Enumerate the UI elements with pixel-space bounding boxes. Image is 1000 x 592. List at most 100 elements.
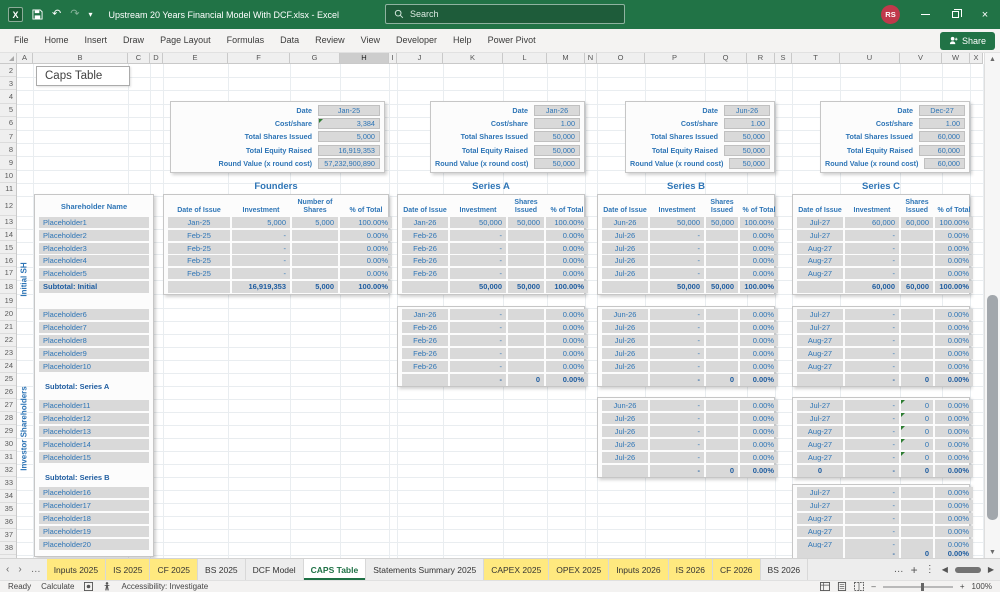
data-cell[interactable]: 0.00% xyxy=(546,309,588,320)
data-cell[interactable] xyxy=(706,268,738,279)
data-cell[interactable] xyxy=(706,413,738,424)
data-cell[interactable]: 0.00% xyxy=(935,243,973,254)
sheet-tab-capex-2025[interactable]: CAPEX 2025 xyxy=(484,559,549,580)
column-header-F[interactable]: F xyxy=(228,53,290,64)
data-cell[interactable]: - xyxy=(845,309,899,320)
row-header-35[interactable]: 35 xyxy=(0,503,16,516)
zoom-out-button[interactable]: – xyxy=(871,582,875,591)
data-cell[interactable]: - xyxy=(845,487,899,498)
subtotal-cell[interactable]: - xyxy=(650,465,704,477)
data-cell[interactable]: Jul-26 xyxy=(602,426,648,437)
data-cell[interactable]: 0.00% xyxy=(340,230,392,241)
data-cell[interactable]: 0.00% xyxy=(546,255,588,266)
zoom-level[interactable]: 100% xyxy=(972,582,992,591)
row-header-16[interactable]: 16 xyxy=(0,254,16,267)
shareholder-row[interactable]: Placeholder12 xyxy=(39,413,149,424)
row-header-12[interactable]: 12 xyxy=(0,196,16,216)
data-cell[interactable]: - xyxy=(450,230,506,241)
data-cell[interactable]: 0.00% xyxy=(546,361,588,372)
new-sheet-button[interactable]: + xyxy=(911,563,918,577)
data-cell[interactable]: 0.00% xyxy=(546,268,588,279)
data-cell[interactable]: Aug-27 xyxy=(797,348,843,359)
page-title[interactable]: Caps Table xyxy=(36,66,130,86)
data-cell[interactable] xyxy=(508,230,544,241)
shareholder-row[interactable]: Placeholder20 xyxy=(39,539,149,550)
data-cell[interactable]: - xyxy=(650,309,704,320)
vertical-label-initial-sh[interactable]: Initial SH xyxy=(20,250,29,310)
data-cell[interactable]: Aug-27 xyxy=(797,426,843,437)
data-cell[interactable] xyxy=(508,309,544,320)
data-cell[interactable]: Jul-27 xyxy=(797,230,843,241)
shareholder-row[interactable]: Placeholder5 xyxy=(39,268,149,279)
vertical-scroll-thumb[interactable] xyxy=(987,295,998,520)
subtotal-cell[interactable]: 100.00% xyxy=(935,281,973,293)
data-cell[interactable]: 0.00% xyxy=(935,230,973,241)
column-header-G[interactable]: G xyxy=(290,53,340,64)
subtotal-cell[interactable]: 0 xyxy=(901,548,933,558)
subtotal-cell[interactable]: - xyxy=(845,465,899,477)
sheet-tab-is-2026[interactable]: IS 2026 xyxy=(669,559,713,580)
data-cell[interactable]: Jul-27 xyxy=(797,217,843,228)
redo-icon[interactable]: ↷ xyxy=(70,9,79,20)
menu-tab-help[interactable]: Help xyxy=(445,29,480,52)
subtotal-cell[interactable]: 0 xyxy=(508,374,544,386)
summary-value[interactable]: 1.00 xyxy=(919,118,965,129)
data-cell[interactable]: Jul-27 xyxy=(797,309,843,320)
menu-tab-view[interactable]: View xyxy=(353,29,388,52)
data-cell[interactable]: 0 xyxy=(901,413,933,424)
row-header-38[interactable]: 38 xyxy=(0,542,16,555)
data-cell[interactable]: - xyxy=(232,230,290,241)
data-cell[interactable]: Jul-26 xyxy=(602,413,648,424)
subtotal-cell[interactable]: 60,000 xyxy=(901,281,933,293)
data-cell[interactable]: 5,000 xyxy=(292,217,338,228)
data-cell[interactable] xyxy=(706,452,738,463)
data-cell[interactable]: Jul-26 xyxy=(602,361,648,372)
data-cell[interactable]: Jan-25 xyxy=(168,217,230,228)
data-cell[interactable]: - xyxy=(845,335,899,346)
data-cell[interactable]: Aug-27 xyxy=(797,243,843,254)
data-cell[interactable]: Feb-26 xyxy=(402,255,448,266)
subtotal-cell[interactable] xyxy=(402,374,448,386)
data-cell[interactable]: - xyxy=(450,268,506,279)
sheet-tab-cf-2025[interactable]: CF 2025 xyxy=(150,559,198,580)
column-header-D[interactable]: D xyxy=(150,53,163,64)
data-cell[interactable]: 0.00% xyxy=(546,335,588,346)
column-header-N[interactable]: N xyxy=(585,53,597,64)
subtotal-cell[interactable] xyxy=(402,281,448,293)
close-button[interactable]: × xyxy=(970,0,1000,29)
row-header-24[interactable]: 24 xyxy=(0,360,16,373)
data-cell[interactable]: 0.00% xyxy=(740,243,778,254)
data-cell[interactable]: 0.00% xyxy=(740,268,778,279)
data-cell[interactable]: - xyxy=(650,348,704,359)
shareholder-row[interactable]: Placeholder16 xyxy=(39,487,149,498)
shareholder-subtotal[interactable]: Subtotal: Initial xyxy=(39,281,149,293)
data-cell[interactable] xyxy=(901,243,933,254)
data-cell[interactable] xyxy=(706,335,738,346)
vertical-scrollbar[interactable]: ▲ ▼ xyxy=(984,53,1000,558)
data-cell[interactable]: Aug-27 xyxy=(797,361,843,372)
data-cell[interactable]: 50,000 xyxy=(706,217,738,228)
data-cell[interactable]: Feb-25 xyxy=(168,255,230,266)
column-header-J[interactable]: J xyxy=(397,53,443,64)
data-cell[interactable]: Jul-26 xyxy=(602,230,648,241)
data-cell[interactable]: 0.00% xyxy=(935,513,973,524)
column-header-U[interactable]: U xyxy=(840,53,900,64)
subtotal-cell[interactable] xyxy=(797,548,843,558)
subtotal-cell[interactable]: - xyxy=(845,548,899,558)
data-cell[interactable]: - xyxy=(450,348,506,359)
page-layout-view-icon[interactable] xyxy=(837,582,847,591)
menu-tab-page-layout[interactable]: Page Layout xyxy=(152,29,219,52)
data-cell[interactable] xyxy=(901,268,933,279)
subtotal-cell[interactable]: 0 xyxy=(706,465,738,477)
data-cell[interactable]: 0.00% xyxy=(740,439,778,450)
data-cell[interactable]: - xyxy=(845,348,899,359)
data-cell[interactable]: Jul-26 xyxy=(602,268,648,279)
page-break-view-icon[interactable] xyxy=(854,582,864,591)
data-cell[interactable]: - xyxy=(450,322,506,333)
data-cell[interactable]: 0.00% xyxy=(740,255,778,266)
hscroll-left-icon[interactable]: ◀ xyxy=(942,565,948,574)
data-cell[interactable]: - xyxy=(845,426,899,437)
data-cell[interactable] xyxy=(901,230,933,241)
data-cell[interactable] xyxy=(901,309,933,320)
data-cell[interactable]: 0.00% xyxy=(546,322,588,333)
